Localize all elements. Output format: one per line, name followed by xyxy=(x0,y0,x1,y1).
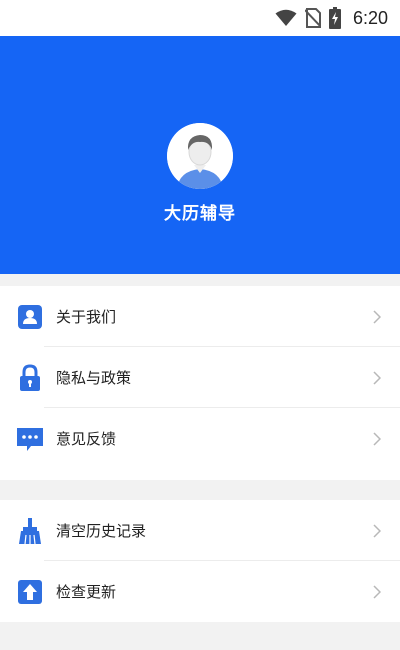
menu-group-1: 关于我们 隐私与政策 意见反馈 xyxy=(0,286,400,480)
menu-label-feedback: 意见反馈 xyxy=(56,430,117,448)
chevron-right-icon xyxy=(372,309,382,324)
lock-icon xyxy=(16,363,44,392)
broom-icon xyxy=(16,517,44,545)
chevron-right-icon xyxy=(372,370,382,385)
menu-label-check-update: 检查更新 xyxy=(56,583,117,601)
person-icon xyxy=(16,303,44,331)
menu-label-privacy-policy: 隐私与政策 xyxy=(56,369,132,387)
no-sim-icon xyxy=(304,8,321,28)
chevron-right-icon xyxy=(372,584,382,599)
menu-item-privacy-policy[interactable]: 隐私与政策 xyxy=(0,347,400,408)
menu-item-clear-history[interactable]: 清空历史记录 xyxy=(0,500,400,561)
menu-group-2: 清空历史记录 检查更新 xyxy=(0,500,400,622)
upload-arrow-icon xyxy=(16,578,44,606)
user-avatar-icon[interactable] xyxy=(167,123,233,189)
status-bar: 6:20 xyxy=(0,0,400,36)
status-time: 6:20 xyxy=(352,7,388,28)
menu-label-about-us: 关于我们 xyxy=(56,308,117,326)
chevron-right-icon xyxy=(372,431,382,446)
settings-screen: 6:20 大历辅导 关于我们 隐私与政策 意见反馈 清空历史记录 检查更新 xyxy=(0,0,400,650)
menu-label-clear-history: 清空历史记录 xyxy=(56,522,147,540)
profile-header: 大历辅导 xyxy=(0,36,400,274)
menu-item-check-update[interactable]: 检查更新 xyxy=(0,561,400,622)
app-name: 大历辅导 xyxy=(164,204,236,224)
menu-item-feedback[interactable]: 意见反馈 xyxy=(0,408,400,469)
battery-charging-icon xyxy=(328,7,341,29)
feedback-icon xyxy=(16,425,44,453)
wifi-icon xyxy=(275,9,297,27)
chevron-right-icon xyxy=(372,523,382,538)
menu-item-about-us[interactable]: 关于我们 xyxy=(0,286,400,347)
